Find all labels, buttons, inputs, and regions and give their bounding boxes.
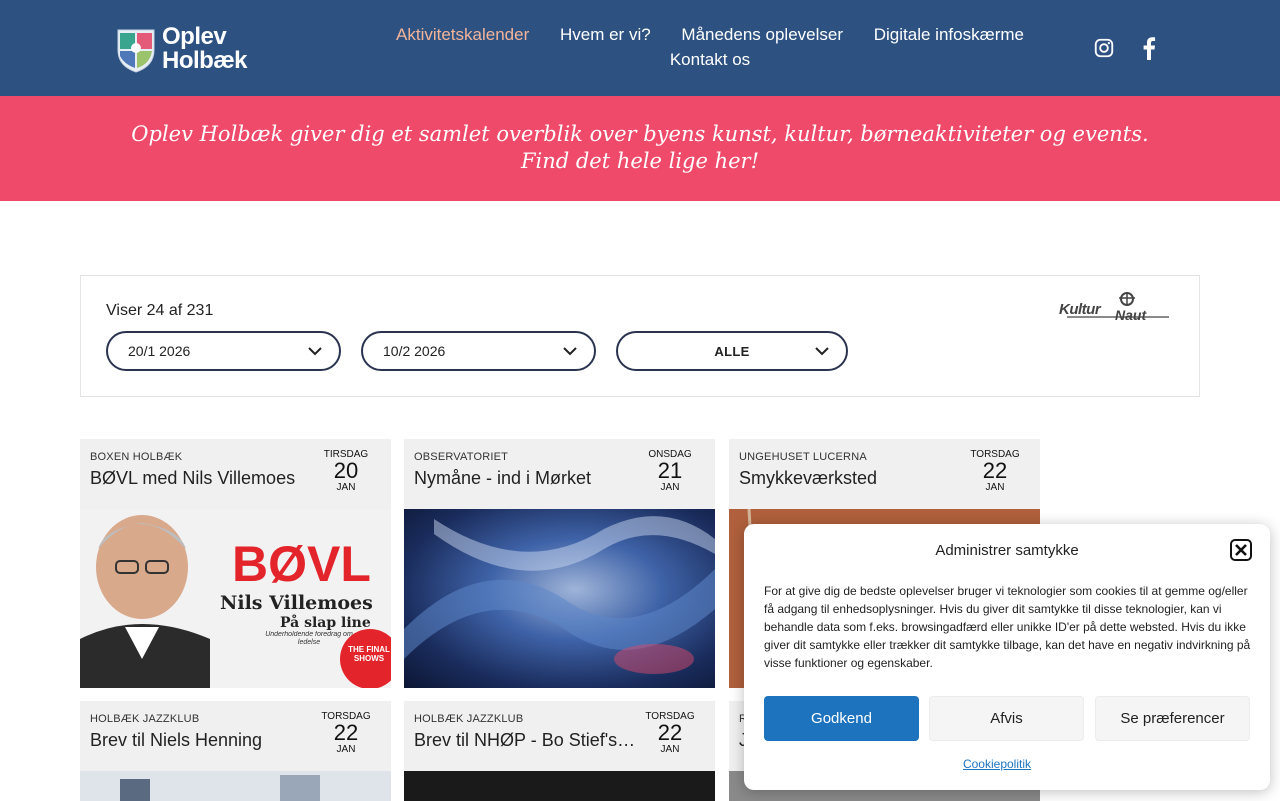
cookie-consent-dialog: Administrer samtykke For at give dig de … [744,524,1270,790]
event-image-bovl-poster[interactable]: BØVL Nils Villemoes På slap line Underho… [80,509,391,688]
event-month: JAN [985,482,1005,493]
chevron-down-icon [307,343,323,359]
event-month: JAN [336,482,356,493]
event-card[interactable]: BOXEN HOLBÆK BØVL med Nils Villemoes TIR… [80,439,391,688]
event-day: 20 [333,458,359,483]
instagram-icon[interactable] [1092,36,1116,60]
category-select[interactable]: ALLE [616,331,848,371]
event-day: 21 [657,458,683,483]
event-card[interactable]: HOLBÆK JAZZKLUB Brev til Niels Henning T… [80,701,391,801]
category-value: ALLE [714,343,750,359]
banner-line-1: Oplev Holbæk giver dig et samlet overbli… [131,122,1149,146]
event-filter-panel: Viser 24 af 231 20/1 2026 10/2 2026 ALLE… [80,275,1200,397]
event-day: 22 [657,720,683,745]
nav-item-kontakt-os[interactable]: Kontakt os [670,50,750,69]
intro-banner: Oplev Holbæk giver dig et samlet overbli… [0,96,1280,201]
nav-item-digitale-infoskaerme[interactable]: Digitale infoskærme [874,25,1024,44]
from-date-value: 20/1 2026 [128,343,191,359]
results-count: Viser 24 af 231 [106,302,214,319]
event-title[interactable]: Smykkeværksted [739,468,961,489]
event-title[interactable]: Brev til NHØP - Bo Stief's kvartet [414,730,636,751]
logo-crest-icon [114,24,158,74]
event-date: TORSDAG 22 JAN [970,449,1020,493]
nav-item-hvem-er-vi[interactable]: Hvem er vi? [560,25,651,44]
event-image-abstract-blue[interactable] [404,509,715,688]
event-image-jazz-2[interactable] [404,771,715,801]
cookie-preferences-button[interactable]: Se præferencer [1095,696,1250,741]
poster-badge: THE FINAL SHOWS [348,645,390,663]
event-day: 22 [333,720,359,745]
event-title[interactable]: BØVL med Nils Villemoes [90,468,312,489]
chevron-down-icon [814,343,830,359]
facebook-icon[interactable] [1137,36,1161,60]
event-date: ONSDAG 21 JAN [645,449,695,493]
site-logo[interactable]: Oplev Holbæk [114,22,248,76]
event-title[interactable]: Brev til Niels Henning [90,730,312,751]
from-date-select[interactable]: 20/1 2026 [106,331,341,371]
cookie-dialog-title: Administrer samtykke [935,542,1079,559]
to-date-value: 10/2 2026 [383,343,446,359]
poster-subtitle: På slap line [280,613,371,631]
svg-text:Naut: Naut [1115,307,1147,323]
logo-line-1: Oplev [162,23,227,50]
event-date: TORSDAG 22 JAN [321,711,371,755]
event-title[interactable]: Nymåne - ind i Mørket [414,468,636,489]
event-image-jazz-1[interactable] [80,771,391,801]
close-icon[interactable] [1230,539,1252,561]
poster-title: BØVL [232,536,371,592]
event-date: TIRSDAG 20 JAN [321,449,371,493]
cookie-description: For at give dig de bedste oplevelser bru… [764,584,1251,670]
main-nav: Aktivitetskalender Hvem er vi? Månedens … [360,22,1060,72]
kulturnaut-logo[interactable]: Kultur Naut [1057,290,1175,324]
svg-text:Kultur: Kultur [1059,301,1102,318]
site-header: Oplev Holbæk Aktivitetskalender Hvem er … [0,0,1280,96]
event-card[interactable]: HOLBÆK JAZZKLUB Brev til NHØP - Bo Stief… [404,701,715,801]
logo-line-2: Holbæk [162,47,248,74]
event-card[interactable]: OBSERVATORIET Nymåne - ind i Mørket ONSD… [404,439,715,688]
event-month: JAN [660,744,680,755]
event-month: JAN [336,744,356,755]
chevron-down-icon [562,343,578,359]
banner-line-2: Find det hele lige her! [520,149,760,173]
cookie-policy-link[interactable]: Cookiepolitik [764,757,1230,771]
to-date-select[interactable]: 10/2 2026 [361,331,596,371]
poster-name: Nils Villemoes [220,592,373,614]
event-month: JAN [660,482,680,493]
event-day: 22 [982,458,1008,483]
accept-cookies-button[interactable]: Godkend [764,696,919,741]
nav-item-aktivitetskalender[interactable]: Aktivitetskalender [396,25,529,44]
poster-tagline: Underholdende foredrag om ledelse [265,631,353,646]
event-date: TORSDAG 22 JAN [645,711,695,755]
nav-item-maanedens-oplevelser[interactable]: Månedens oplevelser [681,25,843,44]
deny-cookies-button[interactable]: Afvis [929,696,1084,741]
